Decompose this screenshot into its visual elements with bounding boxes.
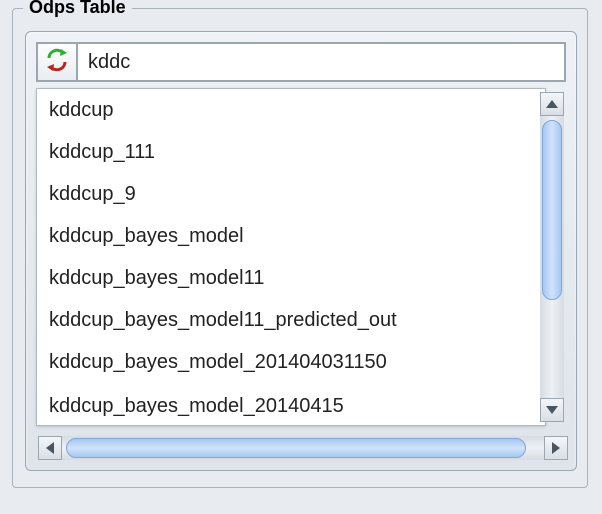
scroll-left-button[interactable] [38,436,62,460]
list-item[interactable]: kddcup_9 [37,173,545,215]
reload-button[interactable] [36,42,76,82]
list-item[interactable]: kddcup_bayes_model11_predicted_out [37,299,545,341]
group-odps-table: Odps Table kddcup kddcup_111 kdd [12,8,588,488]
list-item[interactable]: kddcup_bayes_model_20140415 [37,385,545,426]
inset-panel: kddcup kddcup_111 kddcup_9 kddcup_bayes_… [25,31,577,471]
chevron-left-icon [46,442,54,454]
list-item[interactable]: kddcup_111 [37,131,545,173]
scroll-right-button[interactable] [544,436,568,460]
scroll-down-button[interactable] [540,398,564,422]
vertical-scroll-thumb[interactable] [542,120,562,300]
suggestion-dropdown: kddcup kddcup_111 kddcup_9 kddcup_bayes_… [36,88,546,426]
reload-icon [45,48,69,77]
chevron-down-icon [546,406,558,414]
chevron-right-icon [552,442,560,454]
search-row [36,42,566,82]
horizontal-scroll-track[interactable] [62,436,544,460]
group-title: Odps Table [23,0,132,18]
vertical-scroll-track[interactable] [540,116,564,398]
horizontal-scrollbar[interactable] [38,436,568,460]
list-item[interactable]: kddcup_bayes_model11 [37,257,545,299]
vertical-scrollbar[interactable] [540,92,564,422]
search-input[interactable] [78,44,564,80]
list-item[interactable]: kddcup_bayes_model [37,215,545,257]
list-item[interactable]: kddcup_bayes_model_201404031150 [37,341,545,383]
list-item[interactable]: kddcup [37,89,545,131]
chevron-up-icon [546,100,558,108]
search-input-wrap [76,42,566,82]
scroll-up-button[interactable] [540,92,564,116]
horizontal-scroll-thumb[interactable] [66,438,526,458]
